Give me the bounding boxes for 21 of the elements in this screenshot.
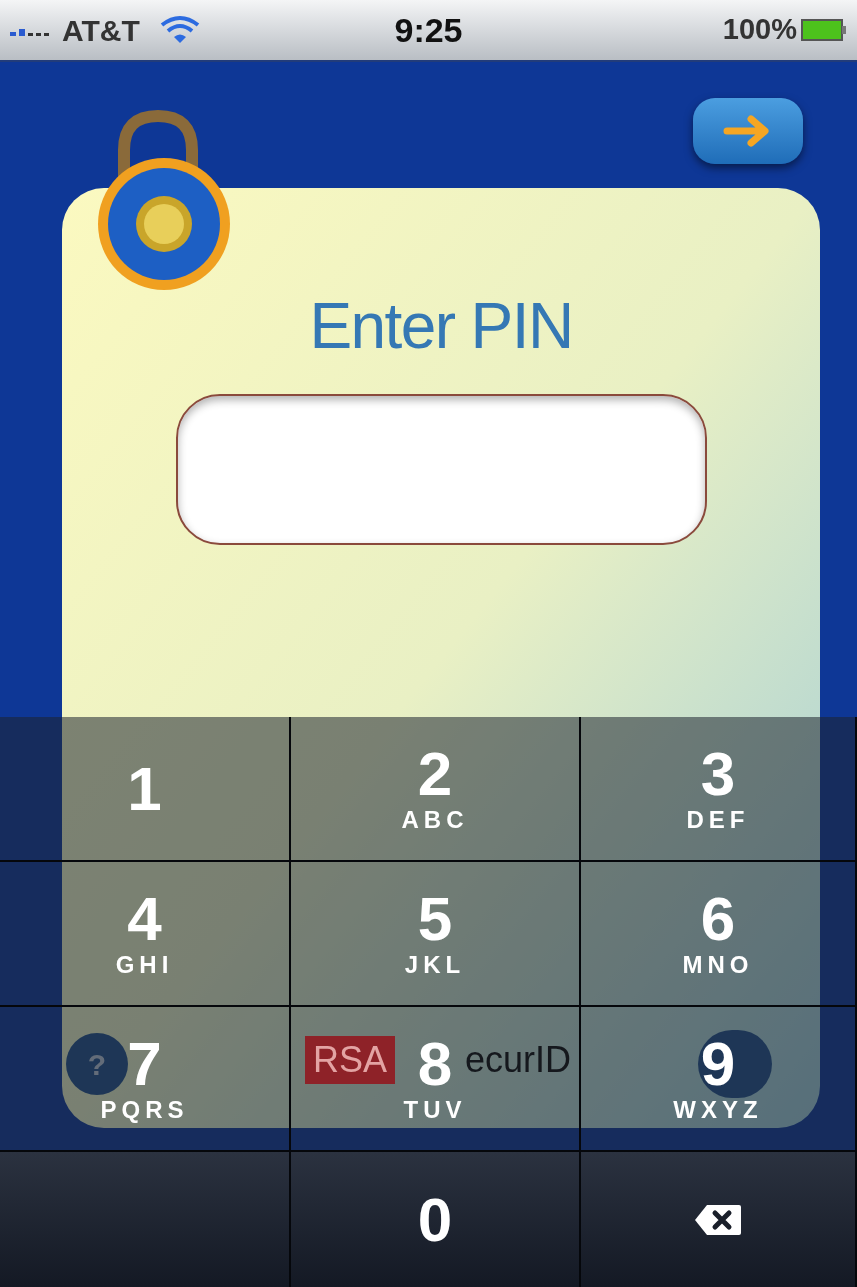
- digit-key[interactable]: 0: [291, 1152, 581, 1287]
- logo-text: ecurID: [465, 1038, 572, 1082]
- digit-key[interactable]: 5 JKL: [291, 862, 581, 1007]
- battery-percent: 100%: [722, 12, 797, 48]
- title: Enter PIN: [309, 289, 573, 364]
- pin-input-field[interactable]: [175, 394, 707, 545]
- carrier-name: AT&T: [62, 12, 140, 49]
- backspace-icon: [693, 1202, 743, 1237]
- digit-key[interactable]: 4 GHI: [0, 862, 291, 1007]
- next-button[interactable]: [693, 98, 803, 164]
- wifi-icon: [159, 15, 200, 45]
- digit-key[interactable]: 9 WXYZ: [581, 1007, 857, 1152]
- digit-key[interactable]: 6 MNO: [581, 862, 857, 1007]
- battery-icon: [801, 19, 847, 41]
- clock-time: 9:25: [394, 9, 463, 51]
- logo-badge: RSA: [305, 1036, 396, 1084]
- digit-key[interactable]: 2 ABC: [291, 717, 581, 862]
- delete-key[interactable]: [581, 1152, 857, 1287]
- help-button[interactable]: ?: [66, 1033, 128, 1095]
- digit-key[interactable]: 3 DEF: [581, 717, 857, 862]
- digit-key[interactable]: 1: [0, 717, 291, 862]
